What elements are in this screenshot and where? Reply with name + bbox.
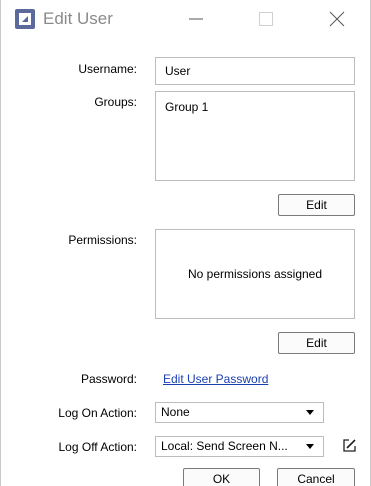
edit-icon[interactable] [342,438,357,453]
log-off-action-value: Local: Send Screen N... [161,439,288,453]
log-on-action-label: Log On Action: [58,406,137,420]
close-icon [329,11,345,27]
chevron-down-icon [306,444,314,449]
cancel-button[interactable]: Cancel [277,468,355,486]
log-on-action-value: None [161,405,190,419]
minimize-icon [189,18,203,20]
edit-user-password-link[interactable]: Edit User Password [163,372,268,386]
log-on-action-select[interactable]: None [155,402,324,423]
ok-button[interactable]: OK [183,468,260,486]
maximize-button[interactable] [243,0,289,38]
username-input[interactable]: User [155,57,355,85]
password-label: Password: [80,372,137,386]
minimize-button[interactable] [173,0,219,38]
permissions-label: Permissions: [68,233,137,247]
title-bar[interactable]: Edit User [1,0,370,38]
app-logo-icon [15,9,35,29]
log-off-action-label: Log Off Action: [58,440,138,454]
close-button[interactable] [314,0,360,38]
permissions-list[interactable]: No permissions assigned [155,229,355,319]
username-label: Username: [78,62,137,76]
edit-groups-button[interactable]: Edit [278,194,355,216]
log-off-action-select[interactable]: Local: Send Screen N... [155,436,324,457]
window-title: Edit User [43,9,113,28]
no-permissions-message: No permissions assigned [187,267,323,281]
chevron-down-icon [306,410,314,415]
groups-label: Groups: [94,95,137,109]
groups-list[interactable]: Group 1 [155,91,355,181]
edit-user-dialog: Edit User Username: User Groups: Group 1… [0,0,371,486]
group-list-item[interactable]: Group 1 [165,100,208,114]
edit-permissions-button[interactable]: Edit [278,332,355,354]
maximize-icon [259,12,273,26]
